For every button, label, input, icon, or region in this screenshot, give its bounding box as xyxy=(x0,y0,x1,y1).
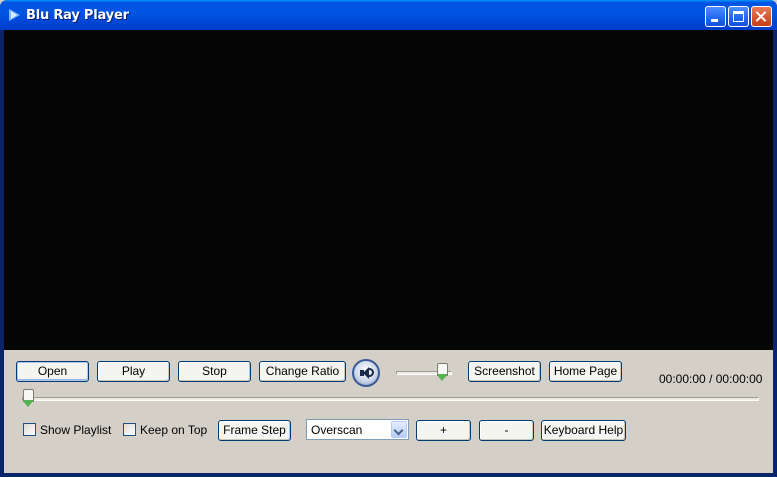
title-bar[interactable]: Blu Ray Player xyxy=(0,0,777,30)
maximize-icon xyxy=(733,11,744,22)
open-button[interactable]: Open xyxy=(16,361,89,382)
total-time: 00:00:00 xyxy=(715,372,763,386)
show-playlist-checkbox[interactable] xyxy=(23,423,36,436)
show-playlist-label: Show Playlist xyxy=(40,423,112,437)
video-display[interactable] xyxy=(4,30,773,350)
volume-thumb-point xyxy=(436,375,447,381)
chevron-down-icon[interactable] xyxy=(391,421,407,438)
current-time: 00:00:00 xyxy=(659,372,706,386)
minimize-icon xyxy=(711,19,718,22)
seek-bar-track[interactable] xyxy=(22,397,759,401)
keep-on-top-label: Keep on Top xyxy=(140,423,208,437)
volume-slider-thumb[interactable] xyxy=(436,363,448,382)
speaker-icon[interactable] xyxy=(352,359,380,387)
home-page-button[interactable]: Home Page xyxy=(549,361,622,382)
play-button[interactable]: Play xyxy=(97,361,170,382)
plus-button[interactable]: + xyxy=(416,420,471,441)
time-display: 00:00:00 / 00:00:00 xyxy=(659,372,762,386)
stop-button[interactable]: Stop xyxy=(178,361,251,382)
seek-thumb-point xyxy=(23,401,33,407)
close-icon xyxy=(752,7,771,26)
window-title: Blu Ray Player xyxy=(26,8,129,23)
scan-mode-select[interactable]: Overscan xyxy=(306,419,409,440)
minus-button[interactable]: - xyxy=(479,420,534,441)
close-button[interactable] xyxy=(751,6,772,27)
play-arrow-highlight xyxy=(11,11,17,19)
maximize-button[interactable] xyxy=(728,6,749,27)
speaker-wave xyxy=(369,368,374,377)
screenshot-button[interactable]: Screenshot xyxy=(468,361,541,382)
change-ratio-button[interactable]: Change Ratio xyxy=(259,361,346,382)
player-window: Blu Ray Player Open Play Stop Change Rat… xyxy=(0,0,777,477)
keep-on-top-checkbox[interactable] xyxy=(123,423,136,436)
keyboard-help-button[interactable]: Keyboard Help xyxy=(541,420,626,441)
client-area: Open Play Stop Change Ratio Screenshot H… xyxy=(4,30,773,473)
time-separator: / xyxy=(709,372,713,386)
scan-mode-value: Overscan xyxy=(311,423,363,437)
minimize-button[interactable] xyxy=(705,6,726,27)
frame-step-button[interactable]: Frame Step xyxy=(218,420,291,441)
seek-bar-thumb[interactable] xyxy=(23,389,34,408)
